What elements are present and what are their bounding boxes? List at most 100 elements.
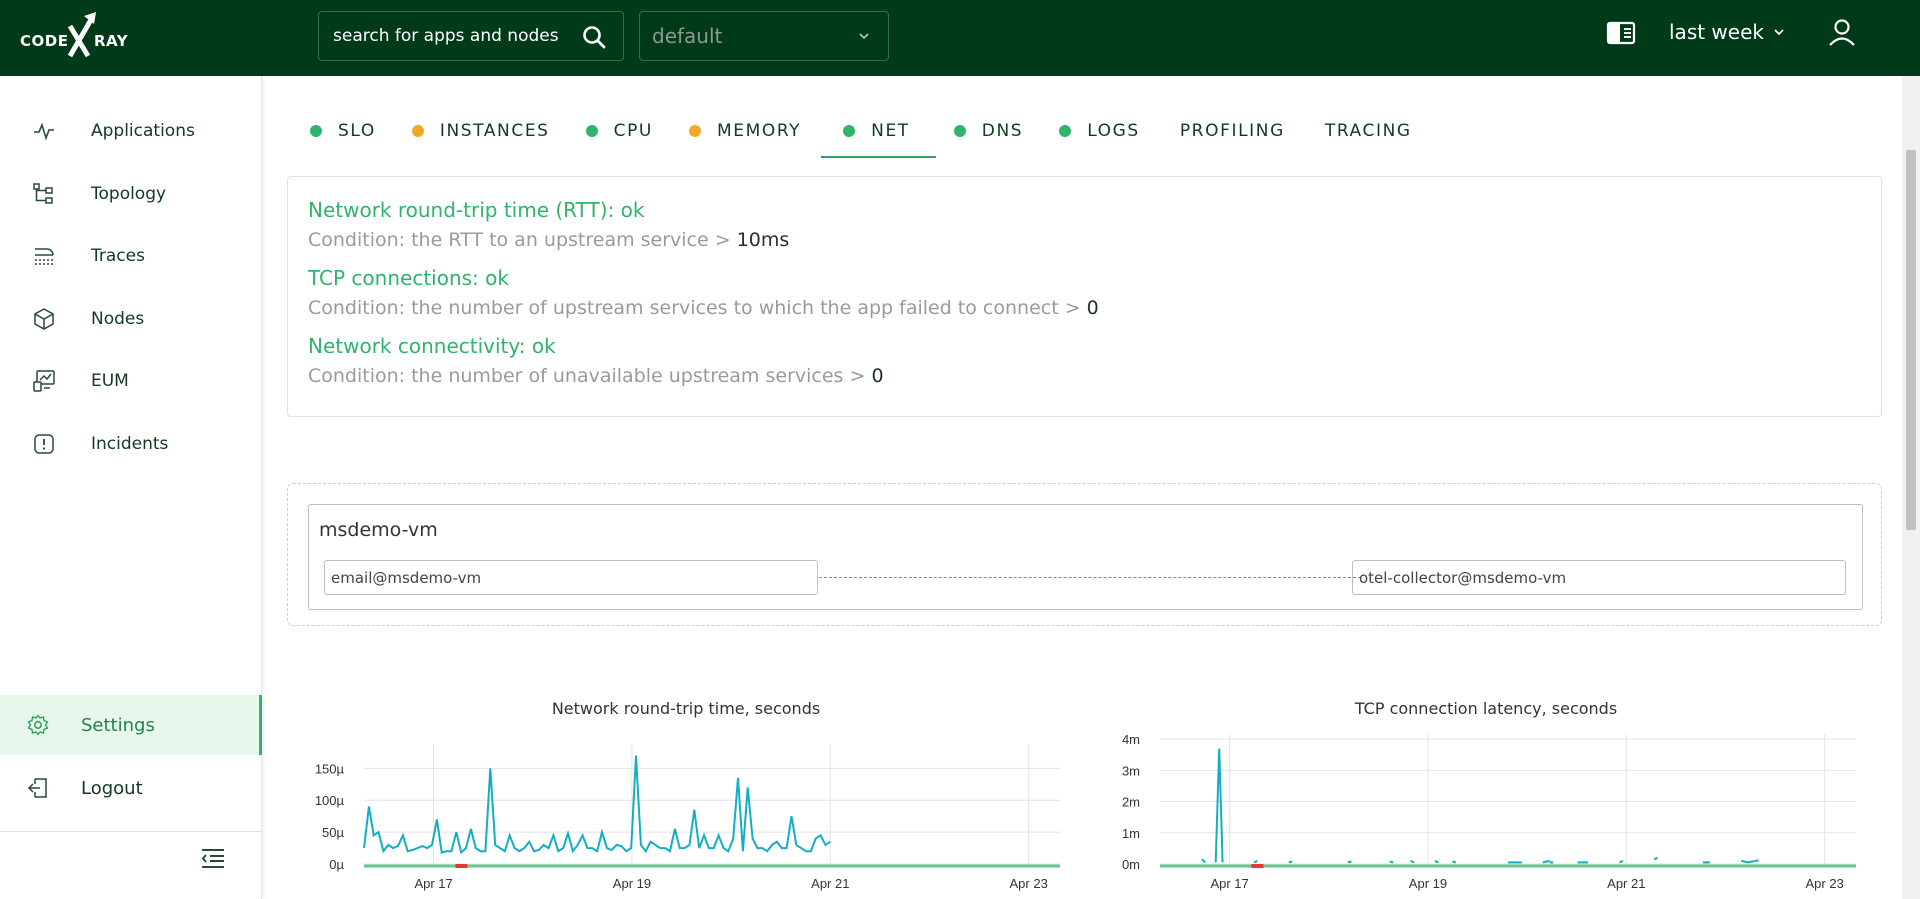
network-map: msdemo-vm email@msdemo-vm otel-collector… bbox=[287, 483, 1882, 626]
tab-dns[interactable]: DNS bbox=[936, 106, 1041, 156]
y-tick-label: 1m bbox=[1122, 826, 1140, 841]
logo[interactable]: CODE RAY bbox=[20, 12, 130, 60]
scrollbar-thumb[interactable] bbox=[1906, 150, 1916, 530]
y-tick-label: 0µ bbox=[329, 857, 344, 872]
collapse-sidebar-icon[interactable] bbox=[200, 846, 226, 870]
series-line bbox=[1288, 860, 1293, 864]
gear-icon bbox=[27, 714, 49, 736]
tab-label: MEMORY bbox=[716, 121, 802, 141]
tab-label: NET bbox=[871, 121, 910, 141]
topology-icon bbox=[33, 183, 53, 204]
x-tick-label: Apr 23 bbox=[1010, 876, 1048, 891]
sidebar-item-applications[interactable]: Applications bbox=[0, 101, 262, 161]
project-value: default bbox=[652, 24, 723, 48]
tab-instances[interactable]: INSTANCES bbox=[394, 106, 568, 156]
y-tick-label: 100µ bbox=[315, 793, 345, 808]
tab-net[interactable]: NET bbox=[821, 106, 936, 158]
series-line bbox=[1452, 860, 1457, 864]
cube-icon bbox=[34, 308, 54, 330]
chart-title: Network round-trip time, seconds bbox=[551, 699, 821, 718]
sidebar-item-logout[interactable]: Logout bbox=[0, 758, 262, 818]
threshold-value[interactable]: 0 bbox=[871, 365, 883, 387]
tab-logs[interactable]: LOGS bbox=[1041, 106, 1158, 156]
series-line bbox=[1201, 858, 1206, 864]
book-icon[interactable] bbox=[1606, 20, 1636, 46]
tab-label: CPU bbox=[613, 121, 653, 141]
status-dot bbox=[1059, 125, 1072, 137]
check-condition: Condition: the number of upstream servic… bbox=[308, 293, 1861, 323]
threshold-value[interactable]: 0 bbox=[1087, 297, 1099, 319]
pulse-icon bbox=[34, 122, 54, 141]
y-tick-label: 2m bbox=[1122, 795, 1140, 810]
logout-icon bbox=[27, 778, 47, 798]
connection-line bbox=[819, 577, 1361, 578]
status-dot bbox=[688, 125, 701, 137]
y-tick-label: 0m bbox=[1122, 857, 1140, 872]
condition-text: Condition: the number of upstream servic… bbox=[308, 297, 1087, 319]
sidebar-item-settings[interactable]: Settings bbox=[0, 695, 262, 755]
sidebar-item-label: Settings bbox=[81, 714, 155, 736]
x-tick-label: Apr 23 bbox=[1806, 876, 1844, 891]
y-tick-label: 4m bbox=[1122, 732, 1140, 747]
status-dot bbox=[843, 125, 856, 137]
check-rtt: Network round-trip time (RTT): ok Condit… bbox=[308, 195, 1861, 255]
x-tick-label: Apr 21 bbox=[1607, 876, 1645, 891]
series-line bbox=[1740, 859, 1759, 864]
tab-slo[interactable]: SLO bbox=[292, 106, 394, 156]
monitor-chart-icon bbox=[33, 370, 55, 392]
y-tick-label: 150µ bbox=[315, 761, 345, 776]
node-name[interactable]: msdemo-vm bbox=[319, 519, 438, 541]
search-icon[interactable] bbox=[581, 24, 607, 50]
tab-profiling[interactable]: PROFILING bbox=[1158, 106, 1303, 156]
instance-label: otel-collector@msdemo-vm bbox=[1359, 568, 1567, 587]
instance-label: email@msdemo-vm bbox=[331, 568, 482, 587]
tab-label: INSTANCES bbox=[439, 121, 550, 141]
sidebar-item-label: Incidents bbox=[91, 434, 169, 454]
rtt-chart-plot[interactable]: 0µ 50µ 100µ 150µ Apr 17 Apr 19 Apr 21 Apr 23 bbox=[296, 724, 1076, 899]
series-line bbox=[1410, 859, 1415, 864]
tcp-latency-chart-plot[interactable]: 0m 1m 2m 3m 4m Apr 17 Apr 19 Apr 21 Apr 23 bbox=[1096, 724, 1876, 899]
check-condition: Condition: the RTT to an upstream servic… bbox=[308, 225, 1861, 255]
x-tick-label: Apr 21 bbox=[811, 876, 849, 891]
series-line bbox=[1253, 859, 1258, 864]
chart-title: TCP connection latency, seconds bbox=[1354, 699, 1618, 718]
sidebar: Applications Topology Traces Nodes EUM I… bbox=[0, 76, 262, 899]
time-range-select[interactable]: last week bbox=[1669, 20, 1786, 44]
check-title[interactable]: Network round-trip time (RTT): ok bbox=[308, 195, 1861, 225]
time-range-label: last week bbox=[1669, 20, 1764, 44]
target-instance[interactable]: otel-collector@msdemo-vm bbox=[1352, 560, 1846, 595]
alert-icon bbox=[34, 434, 54, 454]
tab-cpu[interactable]: CPU bbox=[568, 106, 671, 156]
series-line bbox=[1389, 860, 1394, 864]
tab-memory[interactable]: MEMORY bbox=[671, 106, 819, 156]
tab-bar: SLO INSTANCES CPU MEMORY NET DNS LOGS PR… bbox=[292, 106, 1430, 158]
tab-tracing[interactable]: TRACING bbox=[1303, 106, 1430, 156]
series-line bbox=[1214, 748, 1224, 863]
condition-text: Condition: the RTT to an upstream servic… bbox=[308, 229, 737, 251]
x-tick-label: Apr 17 bbox=[414, 876, 452, 891]
sidebar-item-incidents[interactable]: Incidents bbox=[0, 414, 262, 474]
project-select[interactable]: default bbox=[639, 11, 889, 61]
chevron-down-icon bbox=[859, 33, 869, 40]
node-box: msdemo-vm email@msdemo-vm otel-collector… bbox=[308, 504, 1863, 610]
chevron-down-icon bbox=[1774, 29, 1784, 36]
series-line bbox=[1434, 859, 1439, 864]
sidebar-item-label: Traces bbox=[91, 246, 145, 266]
source-instance[interactable]: email@msdemo-vm bbox=[324, 560, 818, 595]
x-tick-label: Apr 19 bbox=[613, 876, 651, 891]
sidebar-item-label: Applications bbox=[91, 121, 195, 141]
check-condition: Condition: the number of unavailable ups… bbox=[308, 361, 1861, 391]
search-input[interactable]: search for apps and nodes bbox=[318, 11, 624, 61]
check-title[interactable]: TCP connections: ok bbox=[308, 263, 1861, 293]
check-title[interactable]: Network connectivity: ok bbox=[308, 331, 1861, 361]
status-dot bbox=[953, 125, 966, 137]
sidebar-item-topology[interactable]: Topology bbox=[0, 164, 262, 224]
sidebar-item-label: Topology bbox=[91, 184, 167, 204]
threshold-value[interactable]: 10ms bbox=[737, 229, 790, 251]
status-dot bbox=[310, 125, 322, 137]
user-icon[interactable] bbox=[1828, 18, 1856, 48]
status-dot bbox=[585, 125, 598, 137]
sidebar-item-nodes[interactable]: Nodes bbox=[0, 289, 262, 349]
sidebar-item-eum[interactable]: EUM bbox=[0, 351, 262, 411]
sidebar-item-traces[interactable]: Traces bbox=[0, 226, 262, 286]
